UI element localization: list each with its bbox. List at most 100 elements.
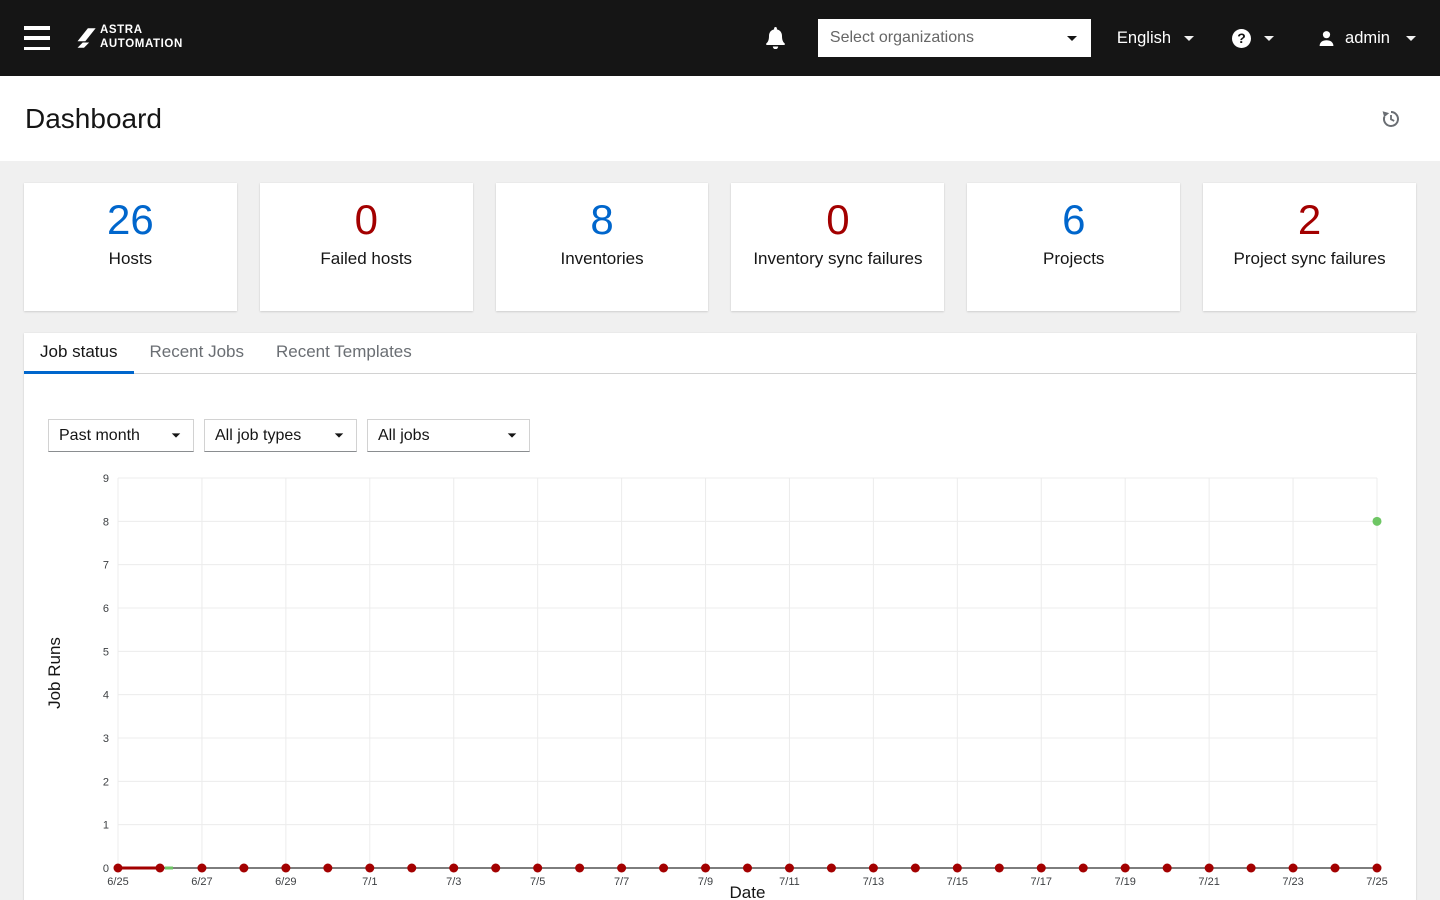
stat-value: 0: [826, 196, 850, 243]
period-select[interactable]: Past month: [48, 419, 194, 452]
x-tick-label: 7/25: [1366, 876, 1387, 888]
failed-data-point: [113, 863, 123, 873]
masthead: ASTRA AUTOMATION Select organizations En…: [0, 0, 1440, 76]
stat-card-projects[interactable]: 6 Projects: [967, 183, 1181, 311]
failed-data-point: [239, 863, 249, 873]
language-menu-button[interactable]: English: [1116, 28, 1195, 48]
stat-label: Project sync failures: [1233, 249, 1386, 269]
failed-data-point: [281, 863, 291, 873]
failed-data-point: [155, 863, 165, 873]
stat-card-inventory-sync-failures[interactable]: 0 Inventory sync failures: [731, 183, 945, 311]
question-circle-icon: ?: [1232, 28, 1252, 48]
stat-value: 2: [1297, 196, 1322, 243]
failed-data-point: [533, 863, 543, 873]
refresh-history-button[interactable]: [1381, 109, 1401, 129]
chevron-down-icon: [1184, 35, 1195, 41]
chevron-down-icon: [1264, 35, 1275, 41]
stat-value: 0: [354, 196, 378, 243]
y-tick-label: 9: [103, 473, 109, 485]
failed-data-point: [743, 863, 752, 873]
stat-label: Failed hosts: [320, 249, 413, 269]
stat-label: Projects: [1043, 249, 1105, 269]
history-icon: [1382, 110, 1399, 127]
failed-data-point: [952, 863, 962, 873]
y-tick-label: 2: [103, 776, 109, 788]
failed-data-point: [1288, 863, 1298, 873]
job-runs-chart-container: 0 1 2 3 4 5 6 7 8 9 6/25 6/27 6/29 7/1 7/3 7/5 7/7 7/9 7/1…: [24, 464, 1416, 900]
dashboard-main: 26 Hosts 0 Failed hosts 8 Inventories 0 …: [0, 183, 1440, 900]
brand-logo: ASTRA AUTOMATION: [72, 24, 183, 51]
x-tick-label: 7/21: [1198, 876, 1219, 888]
help-menu-button[interactable]: ?: [1232, 28, 1275, 48]
failed-data-point: [323, 863, 333, 873]
failed-data-point: [1372, 863, 1382, 873]
y-tick-label: 4: [103, 690, 109, 702]
stat-value: 8: [590, 196, 614, 243]
chevron-down-icon: [171, 433, 181, 438]
tab-bar: Job status Recent Jobs Recent Templates: [24, 333, 1416, 374]
y-tick-label: 8: [103, 516, 109, 528]
nav-toggle-button[interactable]: [20, 23, 54, 53]
x-tick-label: 7/19: [1114, 876, 1135, 888]
y-tick-label: 3: [103, 733, 109, 745]
chevron-down-icon: [1406, 35, 1416, 41]
x-tick-label: 7/3: [446, 876, 461, 888]
y-tick-label: 5: [103, 646, 109, 658]
failed-data-point: [659, 863, 669, 873]
job-filter-select[interactable]: All jobs: [367, 419, 530, 452]
language-label: English: [1116, 28, 1172, 47]
failed-data-point: [449, 863, 459, 873]
failed-data-point: [1204, 863, 1214, 873]
tab-recent-jobs[interactable]: Recent Jobs: [134, 333, 261, 373]
x-tick-label: 7/5: [530, 876, 545, 888]
notifications-button[interactable]: [766, 27, 785, 49]
x-axis-label: Date: [730, 883, 766, 900]
x-tick-label: 6/29: [275, 876, 296, 888]
tab-recent-templates[interactable]: Recent Templates: [260, 333, 428, 373]
y-tick-label: 0: [103, 863, 109, 875]
brand-line1: ASTRA: [100, 24, 143, 37]
x-tick-label: 7/11: [779, 876, 800, 888]
y-tick-label: 7: [103, 560, 109, 572]
brand-line2: AUTOMATION: [100, 38, 183, 50]
tab-job-status[interactable]: Job status: [24, 333, 134, 374]
hamburger-icon: [24, 26, 50, 30]
job-type-select[interactable]: All job types: [204, 419, 357, 452]
successful-data-point: [1372, 516, 1382, 526]
organization-select[interactable]: Select organizations: [817, 19, 1091, 57]
failed-data-point: [1162, 863, 1172, 873]
job-filter-select-value: All jobs: [378, 426, 430, 444]
chart-filters: Past month All job types All jobs: [48, 419, 1416, 452]
x-tick-label: 7/13: [863, 876, 884, 888]
y-axis-label: Job Runs: [45, 637, 64, 709]
stat-label: Inventories: [560, 249, 644, 269]
stat-card-inventories[interactable]: 8 Inventories: [495, 183, 709, 311]
job-type-select-value: All job types: [215, 426, 302, 444]
chevron-down-icon: [1066, 35, 1077, 41]
failed-data-point: [784, 863, 794, 873]
x-tick-label: 7/15: [947, 876, 968, 888]
failed-data-point: [701, 863, 711, 873]
job-status-card: Job status Recent Jobs Recent Templates …: [24, 333, 1416, 900]
x-tick-label: 7/1: [362, 876, 377, 888]
stats-row: 26 Hosts 0 Failed hosts 8 Inventories 0 …: [24, 183, 1416, 311]
x-tick-label: 7/9: [698, 876, 713, 888]
failed-data-point: [575, 863, 585, 873]
x-tick-label: 6/27: [191, 876, 212, 888]
x-tick-label: 7/7: [614, 876, 629, 888]
failed-data-point: [868, 863, 878, 873]
stat-label: Inventory sync failures: [753, 249, 923, 269]
period-select-value: Past month: [59, 426, 140, 444]
failed-data-point: [910, 863, 920, 873]
bell-icon: [766, 27, 785, 49]
stat-card-failed-hosts[interactable]: 0 Failed hosts: [259, 183, 473, 311]
failed-data-point: [197, 863, 207, 873]
stat-card-hosts[interactable]: 26 Hosts: [24, 183, 237, 311]
failed-data-point: [826, 863, 836, 873]
stat-card-project-sync-failures[interactable]: 2 Project sync failures: [1203, 183, 1416, 311]
user-menu-button[interactable]: admin: [1318, 29, 1416, 48]
x-tick-label: 6/25: [107, 876, 128, 888]
failed-data-point: [617, 863, 627, 873]
failed-data-point: [1246, 863, 1256, 873]
stat-value: 6: [1062, 196, 1086, 243]
